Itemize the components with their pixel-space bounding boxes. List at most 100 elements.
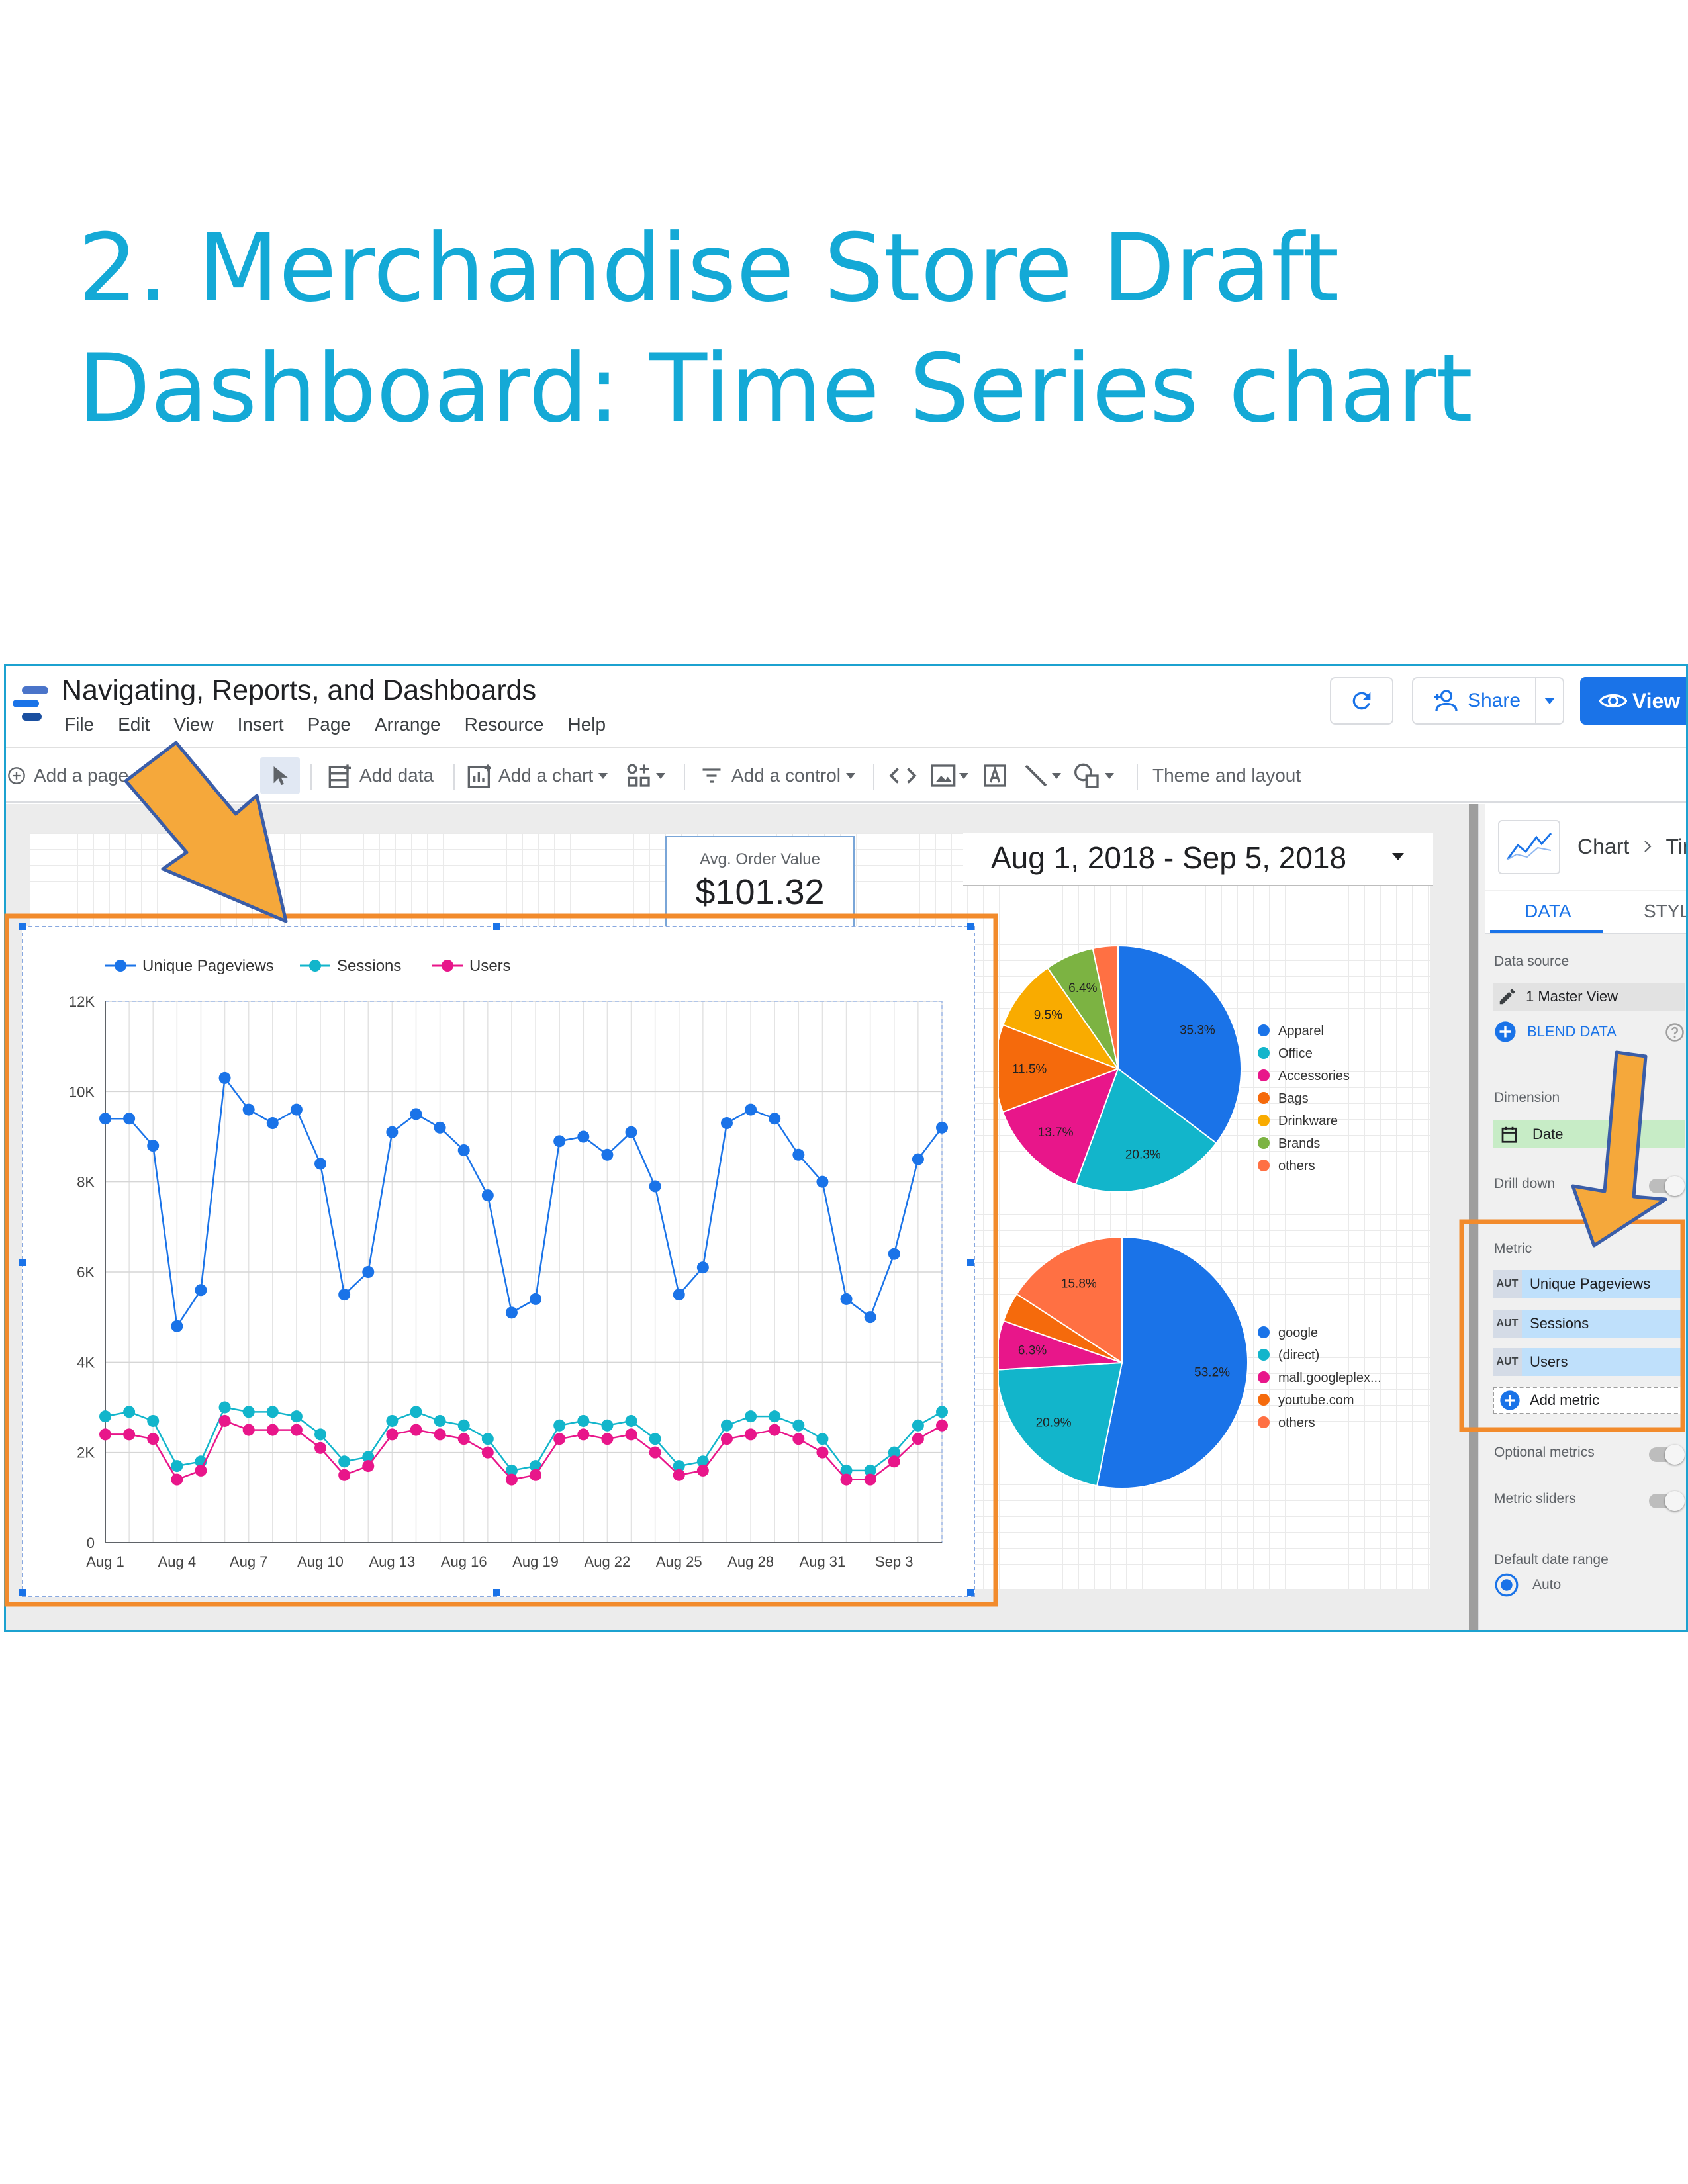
data-point [696, 1464, 709, 1477]
share-button[interactable]: Share [1412, 677, 1539, 725]
resize-handle[interactable] [19, 1259, 26, 1266]
resize-handle[interactable] [967, 1259, 974, 1266]
metric-label: Metric [1494, 1241, 1532, 1256]
dimension-chip-date[interactable]: Date [1493, 1120, 1685, 1148]
data-point [792, 1148, 805, 1161]
menu-edit[interactable]: Edit [118, 714, 150, 735]
resize-handle[interactable] [967, 923, 974, 930]
add-data-button[interactable]: Add data [328, 748, 434, 803]
pie-slice-label: 11.5% [1012, 1063, 1047, 1077]
metric-chip-sessions[interactable]: AUT Sessions [1493, 1310, 1685, 1338]
help-icon[interactable] [1665, 1023, 1685, 1042]
data-point [290, 1103, 303, 1116]
drill-down-label: Drill down [1494, 1176, 1556, 1191]
metric-chip-users[interactable]: AUT Users [1493, 1348, 1685, 1376]
view-button[interactable]: View [1580, 677, 1686, 725]
add-control-button[interactable]: Add a control [698, 748, 855, 803]
resize-handle[interactable] [19, 1589, 26, 1596]
chevron-right-icon [1644, 841, 1652, 852]
menu-arrange[interactable]: Arrange [375, 714, 441, 735]
data-point [434, 1414, 446, 1427]
community-visualizations-button[interactable] [626, 748, 665, 803]
resize-handle[interactable] [19, 923, 26, 930]
caret-down-icon [959, 772, 968, 779]
menu-page[interactable]: Page [308, 714, 351, 735]
undo-button[interactable] [164, 748, 190, 803]
data-point [338, 1455, 351, 1468]
data-point [625, 1428, 637, 1441]
add-page-button[interactable]: Add a page [7, 748, 128, 803]
menu-view[interactable]: View [173, 714, 213, 735]
scrollbar[interactable] [1469, 804, 1478, 1630]
resize-handle[interactable] [493, 1589, 500, 1596]
data-point [720, 1117, 733, 1130]
time-series-chart[interactable]: 0 2K 4K 6K 8K 10K 12K Aug 1 Aug 4 Aug 7 Aug 10 Aug … [19, 923, 975, 1597]
auto-date-range-radio[interactable] [1494, 1572, 1521, 1598]
shape-icon [1074, 763, 1099, 788]
document-title[interactable]: Navigating, Reports, and Dashboards [62, 674, 536, 707]
resize-handle[interactable] [493, 923, 500, 930]
data-point [530, 1293, 542, 1305]
data-point [457, 1144, 470, 1156]
avg-order-value-scorecard[interactable]: Avg. Order Value $101.32 [665, 836, 855, 929]
series-line [105, 1420, 943, 1481]
line-button[interactable] [1023, 748, 1061, 803]
embed-url-button[interactable] [889, 748, 917, 803]
x-tick-label: Aug 4 [158, 1553, 197, 1570]
toolbar-divider [1137, 764, 1138, 790]
aggregation-tag[interactable]: AUT [1493, 1348, 1522, 1376]
blend-data-button[interactable]: BLEND DATA [1494, 1019, 1617, 1045]
date-range-control[interactable]: Aug 1, 2018 - Sep 5, 2018 [963, 833, 1433, 886]
menu-file[interactable]: File [64, 714, 94, 735]
resize-handle[interactable] [967, 1589, 974, 1596]
theme-and-layout-button[interactable]: Theme and layout [1152, 748, 1301, 803]
metric-name: Unique Pageviews [1530, 1275, 1651, 1292]
add-metric-button[interactable]: Add metric [1493, 1387, 1685, 1414]
data-point [577, 1428, 590, 1441]
y-tick-label: 6K [77, 1264, 95, 1281]
slide-title: 2. Merchandise Store Draft Dashboard: Ti… [78, 208, 1601, 449]
data-point [792, 1419, 805, 1432]
data-point [171, 1460, 183, 1473]
add-chart-button[interactable]: Add a chart [467, 748, 608, 803]
filter-icon [702, 768, 721, 783]
legend-label: Users [469, 957, 511, 975]
data-point [936, 1419, 948, 1432]
share-options-button[interactable] [1535, 677, 1564, 725]
panel-tabs: DATA STYLE [1485, 891, 1686, 934]
y-tick-label: 0 [87, 1535, 95, 1551]
select-tool-button[interactable] [269, 748, 289, 803]
image-button[interactable] [930, 748, 968, 803]
data-point [99, 1113, 111, 1125]
data-point [816, 1175, 829, 1188]
legend-label: others [1278, 1159, 1315, 1173]
refresh-button[interactable] [1330, 677, 1393, 725]
drill-down-toggle[interactable] [1649, 1176, 1685, 1196]
legend-label: Office [1278, 1046, 1313, 1061]
tab-style[interactable]: STYLE [1644, 901, 1686, 922]
date-range-value: Aug 1, 2018 - Sep 5, 2018 [991, 841, 1347, 875]
x-tick-label: Aug 10 [297, 1553, 344, 1570]
metric-chip-unique-pageviews[interactable]: AUT Unique Pageviews [1493, 1270, 1685, 1298]
menu-resource[interactable]: Resource [465, 714, 544, 735]
metric-sliders-toggle[interactable] [1649, 1491, 1685, 1511]
menu-insert[interactable]: Insert [238, 714, 284, 735]
dimension-label: Dimension [1494, 1090, 1560, 1105]
data-point [745, 1103, 757, 1116]
optional-metrics-toggle[interactable] [1649, 1445, 1685, 1465]
data-point [888, 1248, 900, 1260]
text-box-button[interactable] [982, 748, 1008, 803]
app-header: Navigating, Reports, and Dashboards File… [6, 666, 1686, 759]
aggregation-tag[interactable]: AUT [1493, 1310, 1522, 1338]
shape-button[interactable] [1073, 748, 1114, 803]
x-tick-label: Sep 3 [875, 1553, 914, 1570]
menu-help[interactable]: Help [567, 714, 606, 735]
data-point [410, 1424, 422, 1436]
y-tick-label: 8K [77, 1174, 95, 1191]
metric-name: Sessions [1530, 1315, 1589, 1332]
x-tick-label: Aug 1 [86, 1553, 124, 1570]
chart-type-thumbnail[interactable] [1498, 820, 1560, 874]
aggregation-tag[interactable]: AUT [1493, 1270, 1522, 1298]
tab-data[interactable]: DATA [1524, 901, 1571, 922]
data-source-chip[interactable]: 1 Master View [1493, 983, 1685, 1011]
